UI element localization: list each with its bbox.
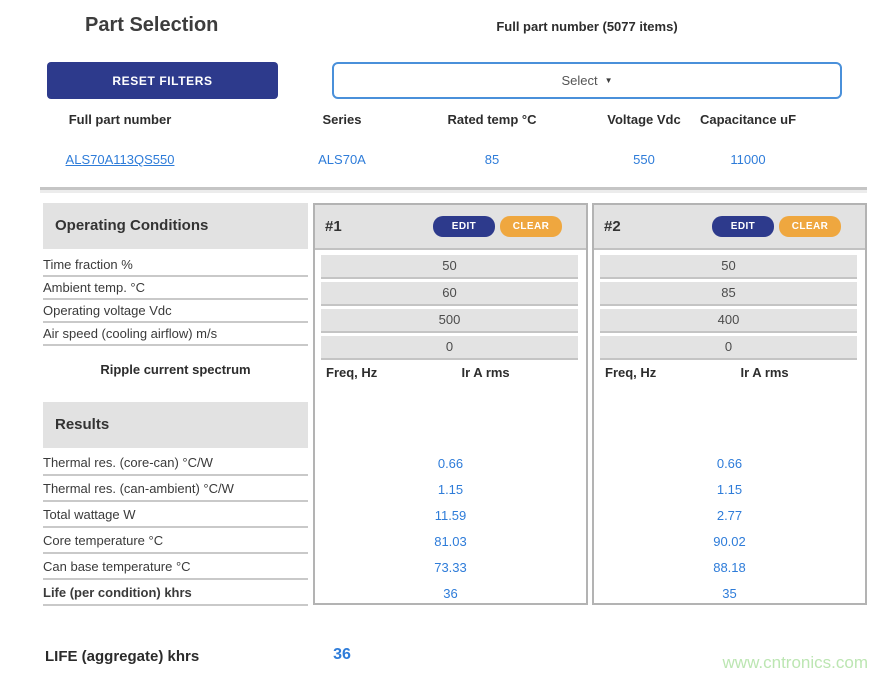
- condition-id: #1: [325, 218, 342, 235]
- ir-header: Ir A rms: [730, 365, 866, 380]
- label-time-fraction: Time fraction %: [43, 253, 308, 277]
- operating-voltage-value: 500: [321, 309, 578, 333]
- condition-results: 0.66 1.15 11.59 81.03 73.33 36: [315, 452, 586, 605]
- condition-results: 0.66 1.15 2.77 90.02 88.18 35: [594, 452, 865, 605]
- time-fraction-value: 50: [321, 255, 578, 279]
- core-temperature-value: 81.03: [315, 530, 586, 556]
- select-dropdown-label: Select: [561, 73, 597, 88]
- condition-id: #2: [604, 218, 621, 235]
- edit-button[interactable]: EDIT: [712, 216, 774, 237]
- ripple-spectrum-header: Freq, Hz Ir A rms: [315, 365, 586, 380]
- condition-inputs: 50 85 400 0: [594, 250, 865, 360]
- can-base-temperature-value: 88.18: [594, 556, 865, 582]
- thermal-res-can-ambient-value: 1.15: [315, 478, 586, 504]
- capacitance-value: 11000: [683, 152, 813, 167]
- thermal-res-core-can-value: 0.66: [594, 452, 865, 478]
- ambient-temp-value: 85: [600, 282, 857, 306]
- condition-panel-2-header: #2 EDIT CLEAR: [594, 205, 865, 250]
- label-can-base-temperature: Can base temperature °C: [43, 556, 308, 580]
- table-row: ALS70A113QS550: [40, 152, 200, 167]
- results-title: Results: [43, 402, 308, 448]
- freq-header: Freq, Hz: [594, 365, 730, 380]
- clear-button[interactable]: CLEAR: [779, 216, 841, 237]
- page-title: Part Selection: [85, 14, 218, 37]
- total-wattage-value: 11.59: [315, 504, 586, 530]
- rated-temp-value: 85: [417, 152, 567, 167]
- thermal-res-core-can-value: 0.66: [315, 452, 586, 478]
- col-header-capacitance: Capacitance uF: [683, 112, 813, 127]
- ir-header: Ir A rms: [451, 365, 587, 380]
- life-per-condition-value: 35: [594, 582, 865, 605]
- col-header-series: Series: [297, 112, 387, 127]
- life-per-condition-value: 36: [315, 582, 586, 605]
- col-header-rated-temp: Rated temp °C: [417, 112, 567, 127]
- part-count-label: Full part number (5077 items): [332, 19, 842, 34]
- condition-panel-2: #2 EDIT CLEAR 50 85 400 0 Freq, Hz Ir A …: [592, 203, 867, 605]
- label-core-temperature: Core temperature °C: [43, 530, 308, 554]
- operating-voltage-value: 400: [600, 309, 857, 333]
- life-aggregate-value: 36: [300, 646, 384, 664]
- label-operating-voltage: Operating voltage Vdc: [43, 299, 308, 323]
- ripple-spectrum-header: Freq, Hz Ir A rms: [594, 365, 865, 380]
- chevron-down-icon: ▼: [605, 77, 613, 85]
- life-aggregate-label: LIFE (aggregate) khrs: [45, 648, 199, 665]
- part-selection-page: Part Selection Full part number (5077 it…: [0, 0, 886, 682]
- thermal-res-can-ambient-value: 1.15: [594, 478, 865, 504]
- operating-conditions-title: Operating Conditions: [43, 203, 308, 249]
- ripple-spectrum-label: Ripple current spectrum: [43, 362, 308, 377]
- label-thermal-res-can-ambient: Thermal res. (can-ambient) °C/W: [43, 478, 308, 502]
- ambient-temp-value: 60: [321, 282, 578, 306]
- col-header-full-part-number: Full part number: [40, 112, 200, 127]
- can-base-temperature-value: 73.33: [315, 556, 586, 582]
- edit-button[interactable]: EDIT: [433, 216, 495, 237]
- reset-filters-button[interactable]: RESET FILTERS: [47, 62, 278, 99]
- total-wattage-value: 2.77: [594, 504, 865, 530]
- time-fraction-value: 50: [600, 255, 857, 279]
- freq-header: Freq, Hz: [315, 365, 451, 380]
- label-total-wattage: Total wattage W: [43, 504, 308, 528]
- core-temperature-value: 90.02: [594, 530, 865, 556]
- air-speed-value: 0: [321, 336, 578, 360]
- section-divider: [40, 187, 867, 193]
- condition-panel-1-header: #1 EDIT CLEAR: [315, 205, 586, 250]
- watermark: www.cntronics.com: [694, 653, 868, 673]
- part-select-dropdown[interactable]: Select ▼: [332, 62, 842, 99]
- label-thermal-res-core-can: Thermal res. (core-can) °C/W: [43, 452, 308, 476]
- label-air-speed: Air speed (cooling airflow) m/s: [43, 322, 308, 346]
- condition-panel-1: #1 EDIT CLEAR 50 60 500 0 Freq, Hz Ir A …: [313, 203, 588, 605]
- air-speed-value: 0: [600, 336, 857, 360]
- condition-inputs: 50 60 500 0: [315, 250, 586, 360]
- series-value: ALS70A: [297, 152, 387, 167]
- part-number-link[interactable]: ALS70A113QS550: [66, 152, 175, 167]
- label-ambient-temp: Ambient temp. °C: [43, 276, 308, 300]
- clear-button[interactable]: CLEAR: [500, 216, 562, 237]
- label-life-per-condition: Life (per condition) khrs: [43, 582, 308, 606]
